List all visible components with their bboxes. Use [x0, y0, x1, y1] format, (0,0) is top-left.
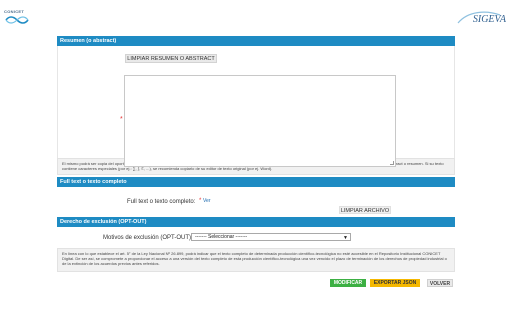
resumen-panel: LIMPIAR RESUMEN O ABSTRACT *: [57, 46, 455, 167]
top-bar: CONICET SIGEVA: [0, 0, 512, 30]
sigeva-logo-text: SIGEVA: [472, 14, 506, 25]
action-bar: MODIFICAR EXPORTAR JSON VOLVER: [57, 277, 455, 291]
resize-grip-icon[interactable]: [390, 161, 394, 165]
required-mark: *: [199, 198, 202, 204]
conicet-logo[interactable]: CONICET: [4, 9, 30, 27]
section-header-resumen: Resumen (o abstract): [57, 36, 455, 46]
chevron-down-icon: ▼: [343, 235, 348, 241]
optout-select-value: ------- Seleccionar -------: [195, 234, 248, 240]
fulltext-panel: Full text o texto completo: * Ver LIMPIA…: [57, 187, 455, 217]
abstract-textarea[interactable]: [124, 75, 396, 167]
fulltext-label: Full text o texto completo:: [127, 199, 196, 205]
main-content: Resumen (o abstract) LIMPIAR RESUMEN O A…: [57, 36, 455, 291]
modify-button[interactable]: MODIFICAR: [330, 279, 366, 287]
conicet-logo-icon: [5, 16, 29, 24]
export-json-button[interactable]: EXPORTAR JSON: [370, 279, 420, 287]
optout-info-text: En línea con lo que establece el art. 5°…: [57, 248, 455, 272]
back-button[interactable]: VOLVER: [427, 279, 453, 287]
section-header-optout: Derecho de exclusión (OPT-OUT): [57, 217, 455, 227]
section-header-fulltext: Full text o texto completo: [57, 177, 455, 187]
conicet-logo-text: CONICET: [4, 9, 25, 14]
optout-panel: Motivos de exclusión (OPT-OUT): ------- …: [57, 227, 455, 248]
optout-label: Motivos de exclusión (OPT-OUT):: [103, 235, 193, 241]
sigeva-logo[interactable]: SIGEVA: [452, 9, 508, 29]
view-file-link[interactable]: Ver: [203, 198, 211, 204]
clear-file-button[interactable]: LIMPIAR ARCHIVO: [339, 206, 391, 214]
required-mark: *: [120, 116, 123, 123]
clear-abstract-button[interactable]: LIMPIAR RESUMEN O ABSTRACT: [125, 54, 217, 63]
optout-select[interactable]: ------- Seleccionar ------- ▼: [191, 233, 351, 241]
